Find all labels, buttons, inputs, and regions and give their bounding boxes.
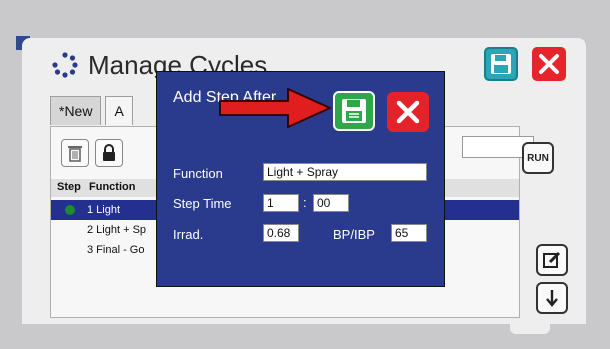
bp-ibp-label: BP/IBP — [333, 227, 375, 242]
step-time-label: Step Time — [173, 196, 232, 211]
dialog-save-button[interactable] — [333, 91, 375, 131]
lock-button[interactable] — [95, 139, 123, 167]
red-arrow-icon — [219, 88, 331, 128]
active-step-indicator — [65, 205, 75, 215]
step-time-seconds-field[interactable]: 00 — [313, 194, 349, 212]
step-column-header: Step — [57, 181, 81, 193]
floppy-disk-icon — [491, 54, 511, 74]
trash-icon — [68, 146, 82, 162]
step-time-minutes-field[interactable]: 1 — [263, 194, 299, 212]
save-button[interactable] — [484, 47, 518, 81]
down-arrow-icon — [546, 290, 558, 307]
function-field[interactable]: Light + Spray — [263, 163, 427, 181]
step-label: 1 Light — [87, 204, 121, 216]
move-down-button[interactable] — [536, 282, 568, 314]
step-label: 3 Final - Go — [87, 244, 145, 256]
delete-button[interactable] — [61, 139, 89, 167]
cycle-tabs: *New A — [50, 96, 137, 126]
function-label: Function — [173, 166, 223, 181]
floppy-disk-icon — [342, 99, 366, 123]
lock-icon — [103, 144, 115, 161]
step-label: 2 Light + Sp — [87, 224, 147, 236]
run-button[interactable]: RUN — [522, 142, 554, 174]
cycle-icon — [52, 52, 78, 78]
bp-ibp-field[interactable]: 65 — [391, 224, 427, 242]
close-x-icon — [539, 54, 559, 74]
close-button[interactable] — [532, 47, 566, 81]
window-bottom-tab — [510, 322, 550, 334]
function-column-header: Function — [89, 181, 136, 193]
tab-a[interactable]: A — [105, 96, 133, 125]
irrad-label: Irrad. — [173, 227, 204, 242]
close-x-icon — [396, 100, 420, 124]
irrad-field[interactable]: 0.68 — [263, 224, 299, 242]
edit-icon — [543, 251, 561, 268]
tab-new[interactable]: *New — [50, 96, 102, 125]
time-separator: : — [303, 195, 307, 210]
edit-step-button[interactable] — [536, 244, 568, 276]
dialog-close-button[interactable] — [387, 92, 429, 132]
